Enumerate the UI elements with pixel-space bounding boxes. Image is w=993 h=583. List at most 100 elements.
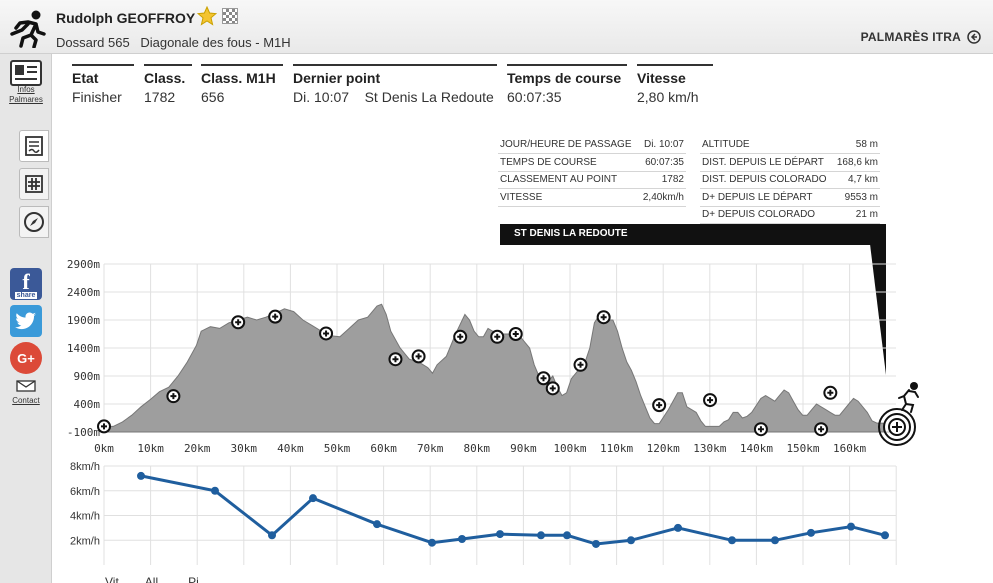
info-row: ALTITUDE 58 m bbox=[700, 136, 880, 154]
elevation-y-tick-label: 2900m bbox=[67, 258, 100, 271]
infos-label: Infos bbox=[17, 85, 35, 94]
checkpoint-marker bbox=[319, 326, 334, 341]
speed-point bbox=[807, 528, 815, 537]
elevation-x-tick-label: 120km bbox=[647, 442, 680, 455]
speed-point bbox=[881, 531, 889, 540]
elevation-x-tick-label: 160km bbox=[833, 442, 866, 455]
tab-grid[interactable] bbox=[19, 168, 49, 200]
contact-link[interactable]: Contact bbox=[4, 396, 48, 405]
info-label: ALTITUDE bbox=[700, 136, 834, 154]
twitter-share-button[interactable] bbox=[10, 305, 42, 337]
speed-point bbox=[674, 523, 682, 532]
stat-value: 2,80 km/h bbox=[637, 89, 699, 105]
palmares-itra-link[interactable]: PALMARÈS ITRA bbox=[861, 30, 981, 44]
runner-position-icon bbox=[898, 382, 919, 413]
info-value: 60:07:35 bbox=[639, 153, 686, 172]
stat-header: Class. M1H bbox=[201, 70, 276, 86]
elevation-x-tick-label: 110km bbox=[600, 442, 633, 455]
checkpoint-marker bbox=[508, 327, 523, 341]
stat-header: Temps de course bbox=[507, 70, 622, 86]
elevation-x-tick-label: 150km bbox=[786, 442, 819, 455]
stat-race-time: Temps de course 60:07:35 bbox=[507, 64, 627, 105]
info-value: 58 m bbox=[833, 136, 880, 154]
stat-class-category: Class. M1H 656 bbox=[201, 64, 283, 105]
grid-icon bbox=[25, 175, 43, 193]
tab-details[interactable] bbox=[19, 130, 49, 162]
speed-y-tick-label: 2km/h bbox=[70, 535, 100, 547]
speed-point bbox=[728, 536, 736, 545]
info-value: 9553 m bbox=[833, 188, 880, 207]
id-card-icon[interactable] bbox=[10, 60, 42, 86]
elevation-x-tick-label: 20km bbox=[184, 442, 211, 455]
info-label: TEMPS DE COURSE bbox=[498, 153, 640, 172]
info-row: TEMPS DE COURSE 60:07:35 bbox=[498, 153, 686, 172]
checkpoint-marker bbox=[97, 419, 111, 434]
runner-subtitle: Dossard 565 Diagonale des fous - M1H bbox=[56, 35, 298, 50]
elevation-x-tick-label: 0km bbox=[94, 442, 114, 455]
elevation-x-tick-label: 30km bbox=[231, 442, 258, 455]
stat-etat: Etat Finisher bbox=[72, 64, 134, 105]
checkpoint-marker bbox=[596, 310, 611, 325]
finish-flag-icon[interactable] bbox=[222, 8, 238, 24]
infos-palmares-link[interactable]: Infos Palmares bbox=[3, 85, 49, 105]
checkpoint-marker bbox=[453, 329, 468, 344]
elevation-y-tick-label: 1900m bbox=[67, 314, 100, 327]
elevation-profile-area bbox=[103, 303, 885, 433]
elevation-x-tick-label: 10km bbox=[137, 442, 164, 455]
speed-point bbox=[496, 530, 504, 539]
info-label: JOUR/HEURE DE PASSAGE bbox=[498, 136, 640, 154]
stat-last-point: Dernier point Di. 10:07 St Denis La Redo… bbox=[293, 64, 497, 105]
palmares-itra-label: PALMARÈS ITRA bbox=[860, 30, 961, 44]
mail-icon[interactable] bbox=[16, 380, 36, 392]
stat-header: Etat bbox=[72, 70, 99, 86]
checkpoint-marker bbox=[573, 357, 588, 372]
speed-point bbox=[373, 520, 381, 529]
info-label: DIST. DEPUIS LE DÉPART bbox=[700, 153, 834, 172]
checkpoint-marker bbox=[411, 349, 426, 364]
twitter-bird-icon bbox=[15, 312, 36, 330]
facebook-share-label: share bbox=[14, 292, 38, 299]
speed-y-tick-label: 8km/h bbox=[70, 461, 100, 473]
runner-header: Rudolph GEOFFROY Dossard 565 Diagonale d… bbox=[0, 0, 993, 54]
race-name: Diagonale des fous - M1H bbox=[140, 35, 291, 50]
speed-point bbox=[771, 536, 779, 545]
facebook-share-button[interactable]: f share bbox=[10, 268, 42, 300]
speed-point bbox=[428, 538, 436, 547]
speed-line bbox=[140, 474, 886, 546]
info-value: 4,7 km bbox=[833, 171, 880, 189]
info-row: CLASSEMENT AU POINT 1782 bbox=[498, 171, 686, 189]
checkpoint-marker bbox=[703, 393, 718, 408]
favorite-star-icon[interactable] bbox=[197, 6, 217, 26]
info-table-right: ALTITUDE 58 m DIST. DEPUIS LE DÉPART 168,6… bbox=[700, 136, 880, 224]
elevation-axis-ticks: 2900m 2400m 1900m 1400m 900m 400m -100m 0km 10km… bbox=[67, 258, 867, 455]
speed-axis-ticks: 8km/h 6km/h 4km/h 2km/h bbox=[70, 461, 100, 547]
info-table-left: JOUR/HEURE DE PASSAGE Di. 10:07 TEMPS DE … bbox=[498, 136, 686, 207]
info-value: 2,40km/h bbox=[639, 188, 686, 207]
checkpoint-marker bbox=[545, 381, 560, 396]
elevation-checkpoints bbox=[97, 309, 838, 437]
compass-icon bbox=[24, 212, 44, 232]
checkpoint-marker bbox=[268, 309, 283, 324]
checkpoint-marker bbox=[231, 315, 246, 330]
info-value: Di. 10:07 bbox=[639, 136, 686, 154]
elevation-x-tick-label: 130km bbox=[693, 442, 726, 455]
elevation-y-tick-label: 400m bbox=[74, 398, 101, 411]
speed-grid bbox=[103, 465, 897, 565]
speed-point bbox=[563, 531, 571, 540]
document-icon bbox=[25, 136, 43, 156]
elevation-x-tick-label: 40km bbox=[277, 442, 304, 455]
elevation-y-tick-label: 900m bbox=[74, 370, 101, 383]
checkpoint-marker bbox=[753, 422, 768, 437]
speed-points bbox=[137, 471, 889, 548]
elevation-x-tick-label: 70km bbox=[417, 442, 444, 455]
chart-legend-cut: Vit... All... Pi... bbox=[105, 575, 209, 583]
speed-point bbox=[627, 536, 635, 545]
google-plus-share-button[interactable]: G+ bbox=[10, 342, 42, 374]
runner-name: Rudolph GEOFFROY bbox=[56, 10, 196, 26]
checkpoint-marker bbox=[814, 422, 829, 437]
stat-header: Vitesse bbox=[637, 70, 686, 86]
info-row: D+ DEPUIS COLORADO 21 m bbox=[700, 206, 880, 224]
info-label: VITESSE bbox=[498, 188, 640, 207]
tab-compass[interactable] bbox=[19, 206, 49, 238]
stat-value: 60:07:35 bbox=[507, 89, 562, 105]
